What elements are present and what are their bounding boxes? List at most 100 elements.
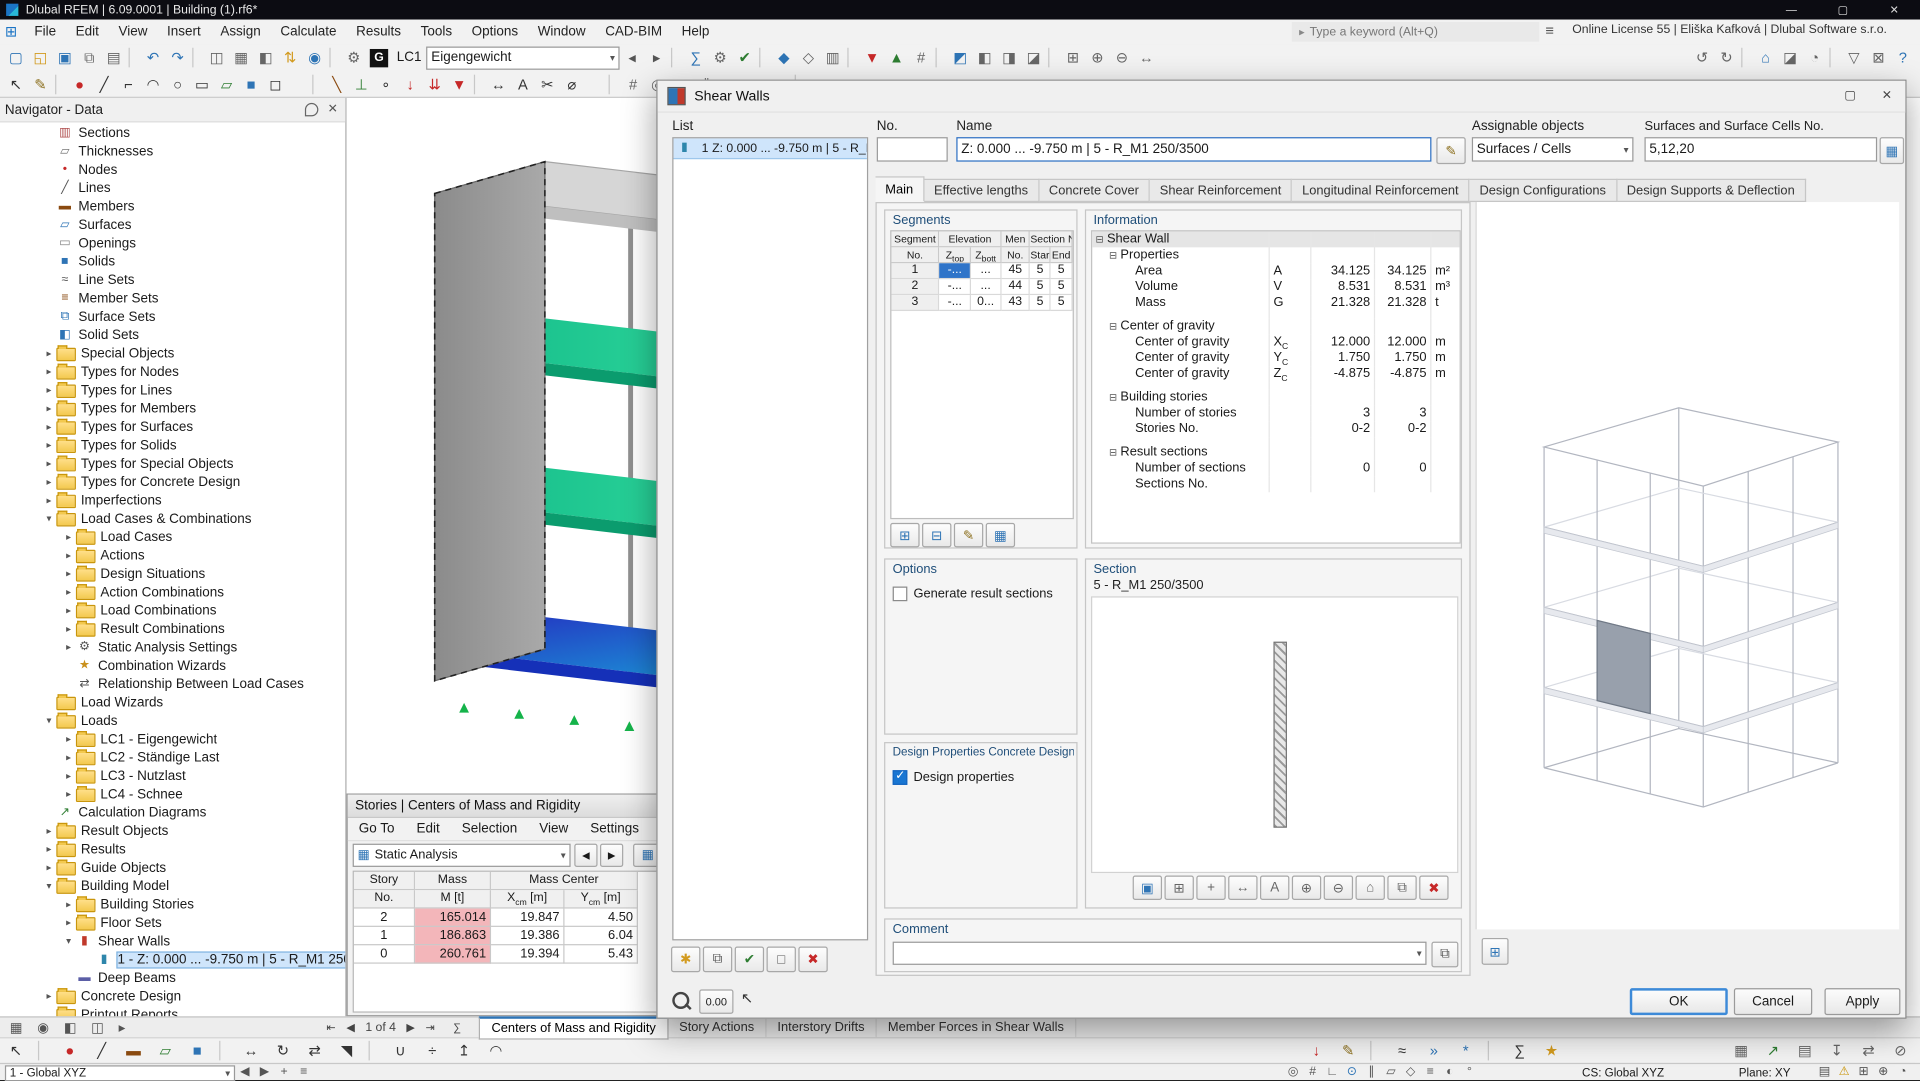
clipping-icon[interactable]: ◪	[1778, 47, 1802, 69]
line-load-icon[interactable]: ⇊	[422, 73, 446, 95]
tree-expander-icon[interactable]	[42, 403, 57, 414]
supports-display-icon[interactable]: ▲	[884, 47, 908, 69]
pan-view-icon[interactable]: ↔	[1134, 47, 1158, 69]
separator[interactable]	[935, 47, 946, 68]
expander-icon[interactable]	[1092, 263, 1107, 279]
tree-item[interactable]: Surface Sets	[0, 307, 345, 325]
separator[interactable]	[847, 47, 858, 68]
information-row[interactable]: ⊟ Result sections	[1092, 444, 1459, 461]
pin-icon[interactable]	[304, 102, 318, 117]
tree-item[interactable]: Load Cases	[0, 528, 345, 546]
render-toggle-icon[interactable]: ◐	[1440, 1065, 1460, 1078]
segment-table-icon[interactable]: ▦	[985, 522, 1016, 548]
tree-item[interactable]: Loads	[0, 711, 345, 729]
tree-expander-icon[interactable]	[42, 476, 57, 487]
tree-item[interactable]: Types for Concrete Design	[0, 473, 345, 491]
expander-icon[interactable]: ⊟	[1106, 318, 1121, 334]
separator[interactable]	[329, 47, 339, 68]
renumber-icon[interactable]: ⇅	[278, 47, 302, 69]
tree-item[interactable]: Types for Members	[0, 399, 345, 417]
information-row[interactable]: ⊟ Center of gravity	[1092, 318, 1459, 335]
segment-edit-icon[interactable]: ✎	[953, 522, 984, 548]
generate-result-sections-row[interactable]: Generate result sections	[892, 586, 1053, 602]
information-row[interactable]	[1092, 311, 1459, 319]
segment-ztop-cell[interactable]: -...	[939, 279, 972, 296]
tree-expander-icon[interactable]	[42, 825, 57, 836]
tree-expander-icon[interactable]	[42, 844, 57, 855]
generate-result-sections-checkbox[interactable]	[892, 586, 908, 602]
information-row[interactable]: Center of gravity ZC -4.875 -4.875 m	[1092, 366, 1459, 383]
grid-toggle-icon[interactable]: #	[1303, 1065, 1323, 1078]
tree-expander-icon[interactable]	[42, 348, 57, 359]
apply-button[interactable]: Apply	[1824, 988, 1901, 1016]
separator[interactable]	[1741, 47, 1751, 68]
menu-item[interactable]: Tools	[411, 20, 462, 44]
chart-view-icon[interactable]: ↗	[1761, 1040, 1785, 1062]
expander-icon[interactable]	[1092, 421, 1107, 437]
surface-cells-field[interactable]: 5,12,20	[1644, 137, 1878, 162]
first-page-icon[interactable]: ⇤	[321, 1021, 341, 1034]
separator[interactable]	[37, 1040, 48, 1061]
object-snap-toggle-icon[interactable]: ⊙	[1342, 1065, 1362, 1078]
segment-ztop-cell[interactable]: -...	[939, 295, 972, 312]
surface-tool-icon[interactable]: ▱	[214, 73, 238, 95]
segment-zbott-cell[interactable]: ...	[971, 279, 1002, 296]
wind-load-icon[interactable]: »	[1422, 1040, 1446, 1062]
segment-zbott-cell[interactable]: 0...	[971, 295, 1002, 312]
tree-item[interactable]: LC3 - Nutzlast	[0, 767, 345, 785]
tree-item[interactable]: Result Objects	[0, 822, 345, 840]
dimension-icon[interactable]: ↔	[486, 73, 510, 95]
separator[interactable]	[1048, 47, 1058, 68]
information-row[interactable]: Center of gravity YC 1.750 1.750 m	[1092, 350, 1459, 367]
grid-icon[interactable]: #	[621, 73, 645, 95]
warning-icon[interactable]: ⚠	[1834, 1065, 1854, 1078]
section-fit-icon[interactable]: ⌂	[1355, 875, 1385, 900]
tree-expander-icon[interactable]	[42, 880, 57, 891]
pick-pointer-icon[interactable]: ↖	[741, 989, 753, 1006]
tree-expander-icon[interactable]	[61, 568, 76, 579]
viewpoint-select[interactable]: 1 - Global XYZ ▾	[4, 1065, 236, 1081]
last-page-icon[interactable]: ⇥	[420, 1021, 440, 1034]
show-results-icon[interactable]: ◆	[772, 47, 796, 69]
menu-item[interactable]: Edit	[66, 20, 109, 44]
tree-item[interactable]: Special Objects	[0, 344, 345, 362]
fillet-icon[interactable]: ◠	[484, 1040, 508, 1062]
expander-icon[interactable]	[1092, 350, 1107, 366]
tree-item[interactable]: Types for Lines	[0, 381, 345, 399]
tree-expander-icon[interactable]	[42, 384, 57, 395]
wall-list[interactable]: 1 Z: 0.000 ... -9.750 m | 5 - R_M1 25	[672, 137, 869, 941]
table-view-icon[interactable]: ▦	[1729, 1040, 1753, 1062]
combinations-icon[interactable]: ∑	[1507, 1040, 1531, 1062]
section-view-icon[interactable]: ▣	[1132, 875, 1163, 900]
segment-remove-icon[interactable]: ⊟	[922, 522, 952, 548]
layers-toggle-icon[interactable]: ≡	[1420, 1065, 1440, 1078]
menu-list-icon[interactable]: ≡	[1545, 22, 1554, 39]
section-print-icon[interactable]: ⧉	[1387, 875, 1417, 900]
deselect-all-icon[interactable]: □	[766, 946, 796, 973]
calculate-all-icon[interactable]: ∑	[683, 47, 707, 69]
node-tool-icon[interactable]: ●	[67, 73, 91, 95]
close-button[interactable]: ✕	[1869, 0, 1920, 20]
new-model-icon[interactable]: ▢	[4, 47, 28, 69]
segment-start-cell[interactable]: 5	[1030, 295, 1051, 312]
information-row[interactable]: Number of sections 0 0	[1092, 460, 1459, 477]
design-properties-checkbox[interactable]	[892, 769, 908, 785]
view-z-icon[interactable]: ◪	[1021, 47, 1045, 69]
expander-icon[interactable]: ⊟	[1106, 389, 1121, 405]
information-row[interactable]: Center of gravity XC 12.000 12.000 m	[1092, 334, 1459, 352]
tree-item[interactable]: Deep Beams	[0, 969, 345, 987]
edit-member-icon[interactable]: ▬	[121, 1040, 145, 1062]
menu-item[interactable]: Assign	[211, 20, 271, 44]
new-wall-icon[interactable]: ✱	[671, 946, 701, 973]
tree-item[interactable]: LC4 - Schnee	[0, 785, 345, 803]
tree-item[interactable]: LC1 - Eigengewicht	[0, 730, 345, 748]
edit-mode-icon[interactable]: ✎	[28, 73, 52, 95]
navigator-toggle-icon[interactable]: ◫	[204, 47, 228, 69]
text-annotation-icon[interactable]: A	[511, 73, 535, 95]
viewpoint-next-icon[interactable]: ▶	[255, 1065, 275, 1078]
menu-item[interactable]: Calculate	[271, 20, 347, 44]
surface-load-icon[interactable]: ▼	[447, 73, 471, 95]
maximize-button[interactable]: ▢	[1817, 0, 1868, 20]
segment-row[interactable]: 1 -... ... 45 5 5	[891, 263, 1073, 280]
tree-item[interactable]: Line Sets	[0, 271, 345, 289]
